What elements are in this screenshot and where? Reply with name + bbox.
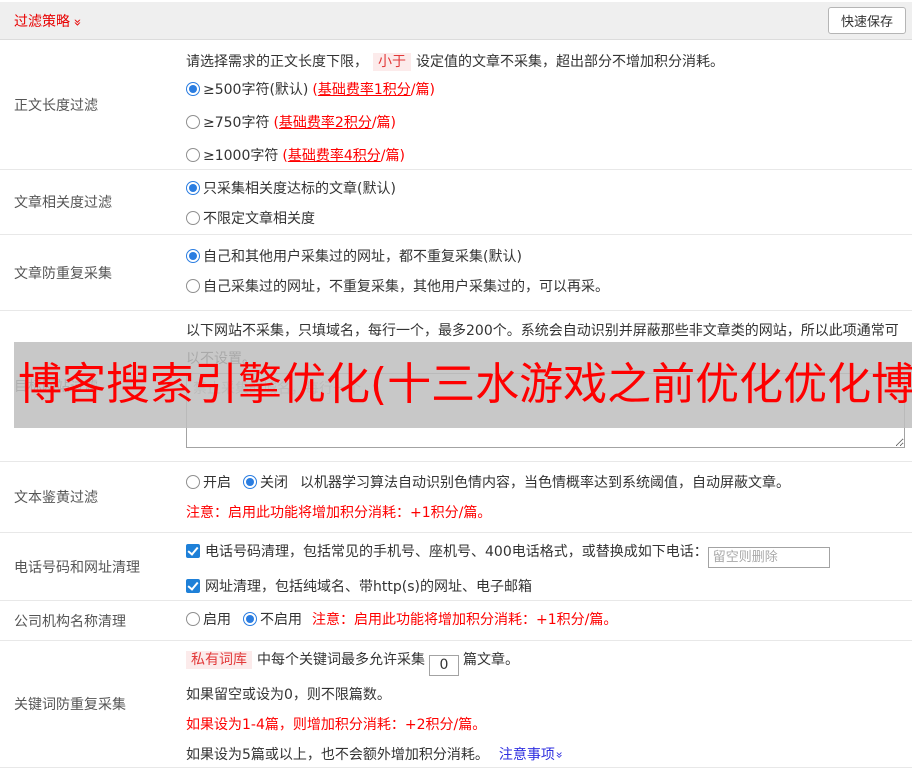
desc-after: 设定值的文章不采集，超出部分不增加积分消耗。: [416, 54, 724, 70]
fee-main: 基础费率1积分: [318, 82, 411, 98]
row-content: 电话号码清理，包括常见的手机号、座机号、400电话格式，或替换成如下电话： 网址…: [186, 533, 912, 600]
row-content: 只采集相关度达标的文章(默认) 不限定文章相关度: [186, 170, 912, 234]
phone-clean-option[interactable]: 电话号码清理，包括常见的手机号、座机号、400电话格式，或替换成如下电话：: [186, 541, 904, 568]
less-than-tag: 小于: [373, 53, 411, 71]
dedup-option-global[interactable]: 自己和其他用户采集过的网址，都不重复采集(默认): [186, 246, 904, 268]
notice-link[interactable]: 注意事项»: [499, 747, 563, 763]
length-option-1000[interactable]: ≥1000字符(基础费率4积分/篇): [186, 145, 904, 167]
radio-checked-icon[interactable]: [243, 475, 257, 489]
option-on-label: 开启: [203, 475, 231, 491]
keyword-note-fee: 如果设为1-4篇，则增加积分消耗：+2积分/篇。: [186, 714, 904, 736]
radio-icon[interactable]: [186, 211, 200, 225]
option-label: ≥750字符: [203, 115, 269, 131]
desc-before: 请选择需求的正文长度下限，: [186, 54, 368, 70]
relevance-option-any[interactable]: 不限定文章相关度: [186, 208, 904, 230]
radio-icon[interactable]: [186, 115, 200, 129]
checkbox-label: 电话号码清理，包括常见的手机号、座机号、400电话格式，或替换成如下电话：: [205, 544, 708, 560]
row-company-clean: 公司机构名称清理 启用 不启用注意：启用此功能将增加积分消耗：+1积分/篇。: [0, 601, 912, 641]
fee-main: 基础费率2积分: [279, 115, 372, 131]
page-title[interactable]: 过滤策略»: [14, 11, 81, 31]
radio-checked-icon[interactable]: [186, 249, 200, 263]
limit-text-end: 篇文章。: [463, 652, 519, 668]
option-label: 只采集相关度达标的文章(默认): [203, 181, 396, 197]
checkbox-label: 网址清理，包括纯域名、带http(s)的网址、电子邮箱: [205, 579, 532, 595]
row-label: 正文长度过滤: [0, 40, 186, 169]
relevance-option-strict[interactable]: 只采集相关度达标的文章(默认): [186, 178, 904, 200]
radio-icon[interactable]: [186, 279, 200, 293]
row-relevance-filter: 文章相关度过滤 只采集相关度达标的文章(默认) 不限定文章相关度: [0, 170, 912, 235]
fee-note: (基础费率4积分/篇): [282, 148, 405, 164]
option-label: 不限定文章相关度: [203, 211, 315, 227]
row-porn-filter: 文本鉴黄过滤 开启 关闭以机器学习算法自动识别色情内容，当色情概率达到系统阈值，自…: [0, 462, 912, 533]
option-off-label: 不启用: [260, 612, 302, 628]
private-lexicon-tag: 私有词库: [186, 651, 252, 669]
keyword-note-five: 如果设为5篇或以上，也不会额外增加积分消耗。注意事项»: [186, 744, 904, 766]
keyword-limit-input[interactable]: [429, 655, 459, 676]
fee-close: /篇): [411, 82, 435, 98]
row-label: 文章相关度过滤: [0, 170, 186, 234]
keyword-note-zero: 如果留空或设为0，则不限篇数。: [186, 684, 904, 706]
row-content: 私有词库中每个关键词最多允许采集 篇文章。 如果留空或设为0，则不限篇数。 如果设…: [186, 641, 912, 767]
notice-link-text: 注意事项: [499, 747, 555, 763]
url-clean-option[interactable]: 网址清理，包括纯域名、带http(s)的网址、电子邮箱: [186, 576, 904, 598]
option-label: 自己和其他用户采集过的网址，都不重复采集(默认): [203, 249, 522, 265]
chevron-down-icon: »: [69, 18, 84, 26]
keyword-limit-line: 私有词库中每个关键词最多允许采集 篇文章。: [186, 649, 904, 676]
fee-close: /篇): [372, 115, 396, 131]
porn-filter-note: 注意：启用此功能将增加积分消耗：+1积分/篇。: [186, 502, 904, 524]
option-label: ≥500字符(默认): [203, 82, 308, 98]
row-content: 请选择需求的正文长度下限， 小于设定值的文章不采集，超出部分不增加积分消耗。 ≥5…: [186, 40, 912, 169]
row-label: 文本鉴黄过滤: [0, 462, 186, 532]
option-label: 自己采集过的网址，不重复采集，其他用户采集过的，可以再采。: [203, 279, 609, 295]
row-dedup-filter: 文章防重复采集 自己和其他用户采集过的网址，都不重复采集(默认) 自己采集过的网…: [0, 235, 912, 311]
dedup-option-own[interactable]: 自己采集过的网址，不重复采集，其他用户采集过的，可以再采。: [186, 276, 904, 298]
fee-note: (基础费率2积分/篇): [273, 115, 396, 131]
row-content: 自己和其他用户采集过的网址，都不重复采集(默认) 自己采集过的网址，不重复采集，…: [186, 235, 912, 310]
porn-filter-desc: 以机器学习算法自动识别色情内容，当色情概率达到系统阈值，自动屏蔽文章。: [300, 475, 790, 491]
radio-checked-icon[interactable]: [186, 82, 200, 96]
fee-close: /篇): [381, 148, 405, 164]
chevron-down-icon: »: [549, 751, 571, 758]
fee-main: 基础费率4积分: [288, 148, 381, 164]
limit-text: 中每个关键词最多允许采集: [257, 652, 425, 668]
row-phone-url-clean: 电话号码和网址清理 电话号码清理，包括常见的手机号、座机号、400电话格式，或替…: [0, 533, 912, 601]
row-label: 电话号码和网址清理: [0, 533, 186, 600]
watermark-overlay: 博客搜索引擎优化(十三水游戏之前优化优化博: [14, 342, 912, 428]
watermark-text: 博客搜索引擎优化(十三水游戏之前优化优化博: [14, 363, 912, 407]
company-clean-note: 注意：启用此功能将增加积分消耗：+1积分/篇。: [312, 612, 617, 628]
length-option-750[interactable]: ≥750字符(基础费率2积分/篇): [186, 112, 904, 134]
radio-checked-icon[interactable]: [243, 612, 257, 626]
fee-note: (基础费率1积分/篇): [312, 82, 435, 98]
checkbox-checked-icon[interactable]: [186, 544, 200, 558]
note-text: 如果设为5篇或以上，也不会额外增加积分消耗。: [186, 747, 489, 763]
row-keyword-dedup: 关键词防重复采集 私有词库中每个关键词最多允许采集 篇文章。 如果留空或设为0，则…: [0, 641, 912, 768]
row-length-filter: 正文长度过滤 请选择需求的正文长度下限， 小于设定值的文章不采集，超出部分不增加积…: [0, 40, 912, 170]
checkbox-checked-icon[interactable]: [186, 579, 200, 593]
option-label: ≥1000字符: [203, 148, 278, 164]
row-label: 文章防重复采集: [0, 235, 186, 310]
row-content: 启用 不启用注意：启用此功能将增加积分消耗：+1积分/篇。: [186, 601, 912, 640]
radio-icon[interactable]: [186, 612, 200, 626]
row-content: 开启关闭以机器学习算法自动识别色情内容，当色情概率达到系统阈值，自动屏蔽文章。 …: [186, 462, 912, 532]
length-filter-description: 请选择需求的正文长度下限， 小于设定值的文章不采集，超出部分不增加积分消耗。: [186, 51, 904, 73]
radio-icon[interactable]: [186, 148, 200, 162]
length-option-500[interactable]: ≥500字符(默认)(基础费率1积分/篇): [186, 79, 904, 101]
row-label: 关键词防重复采集: [0, 641, 186, 767]
row-label: 公司机构名称清理: [0, 601, 186, 640]
option-on-label: 启用: [203, 612, 231, 628]
porn-filter-options: 开启 关闭以机器学习算法自动识别色情内容，当色情概率达到系统阈值，自动屏蔽文章。: [186, 472, 904, 494]
radio-icon[interactable]: [186, 475, 200, 489]
phone-replace-input[interactable]: [708, 547, 830, 568]
topbar: 过滤策略» 快速保存: [0, 0, 912, 40]
filter-settings-page: 过滤策略» 快速保存 正文长度过滤 请选择需求的正文长度下限，小于设定值的文章不…: [0, 0, 912, 768]
page-title-text: 过滤策略: [14, 14, 70, 30]
option-off-label: 关闭: [260, 475, 288, 491]
quick-save-button[interactable]: 快速保存: [828, 7, 906, 34]
radio-checked-icon[interactable]: [186, 181, 200, 195]
